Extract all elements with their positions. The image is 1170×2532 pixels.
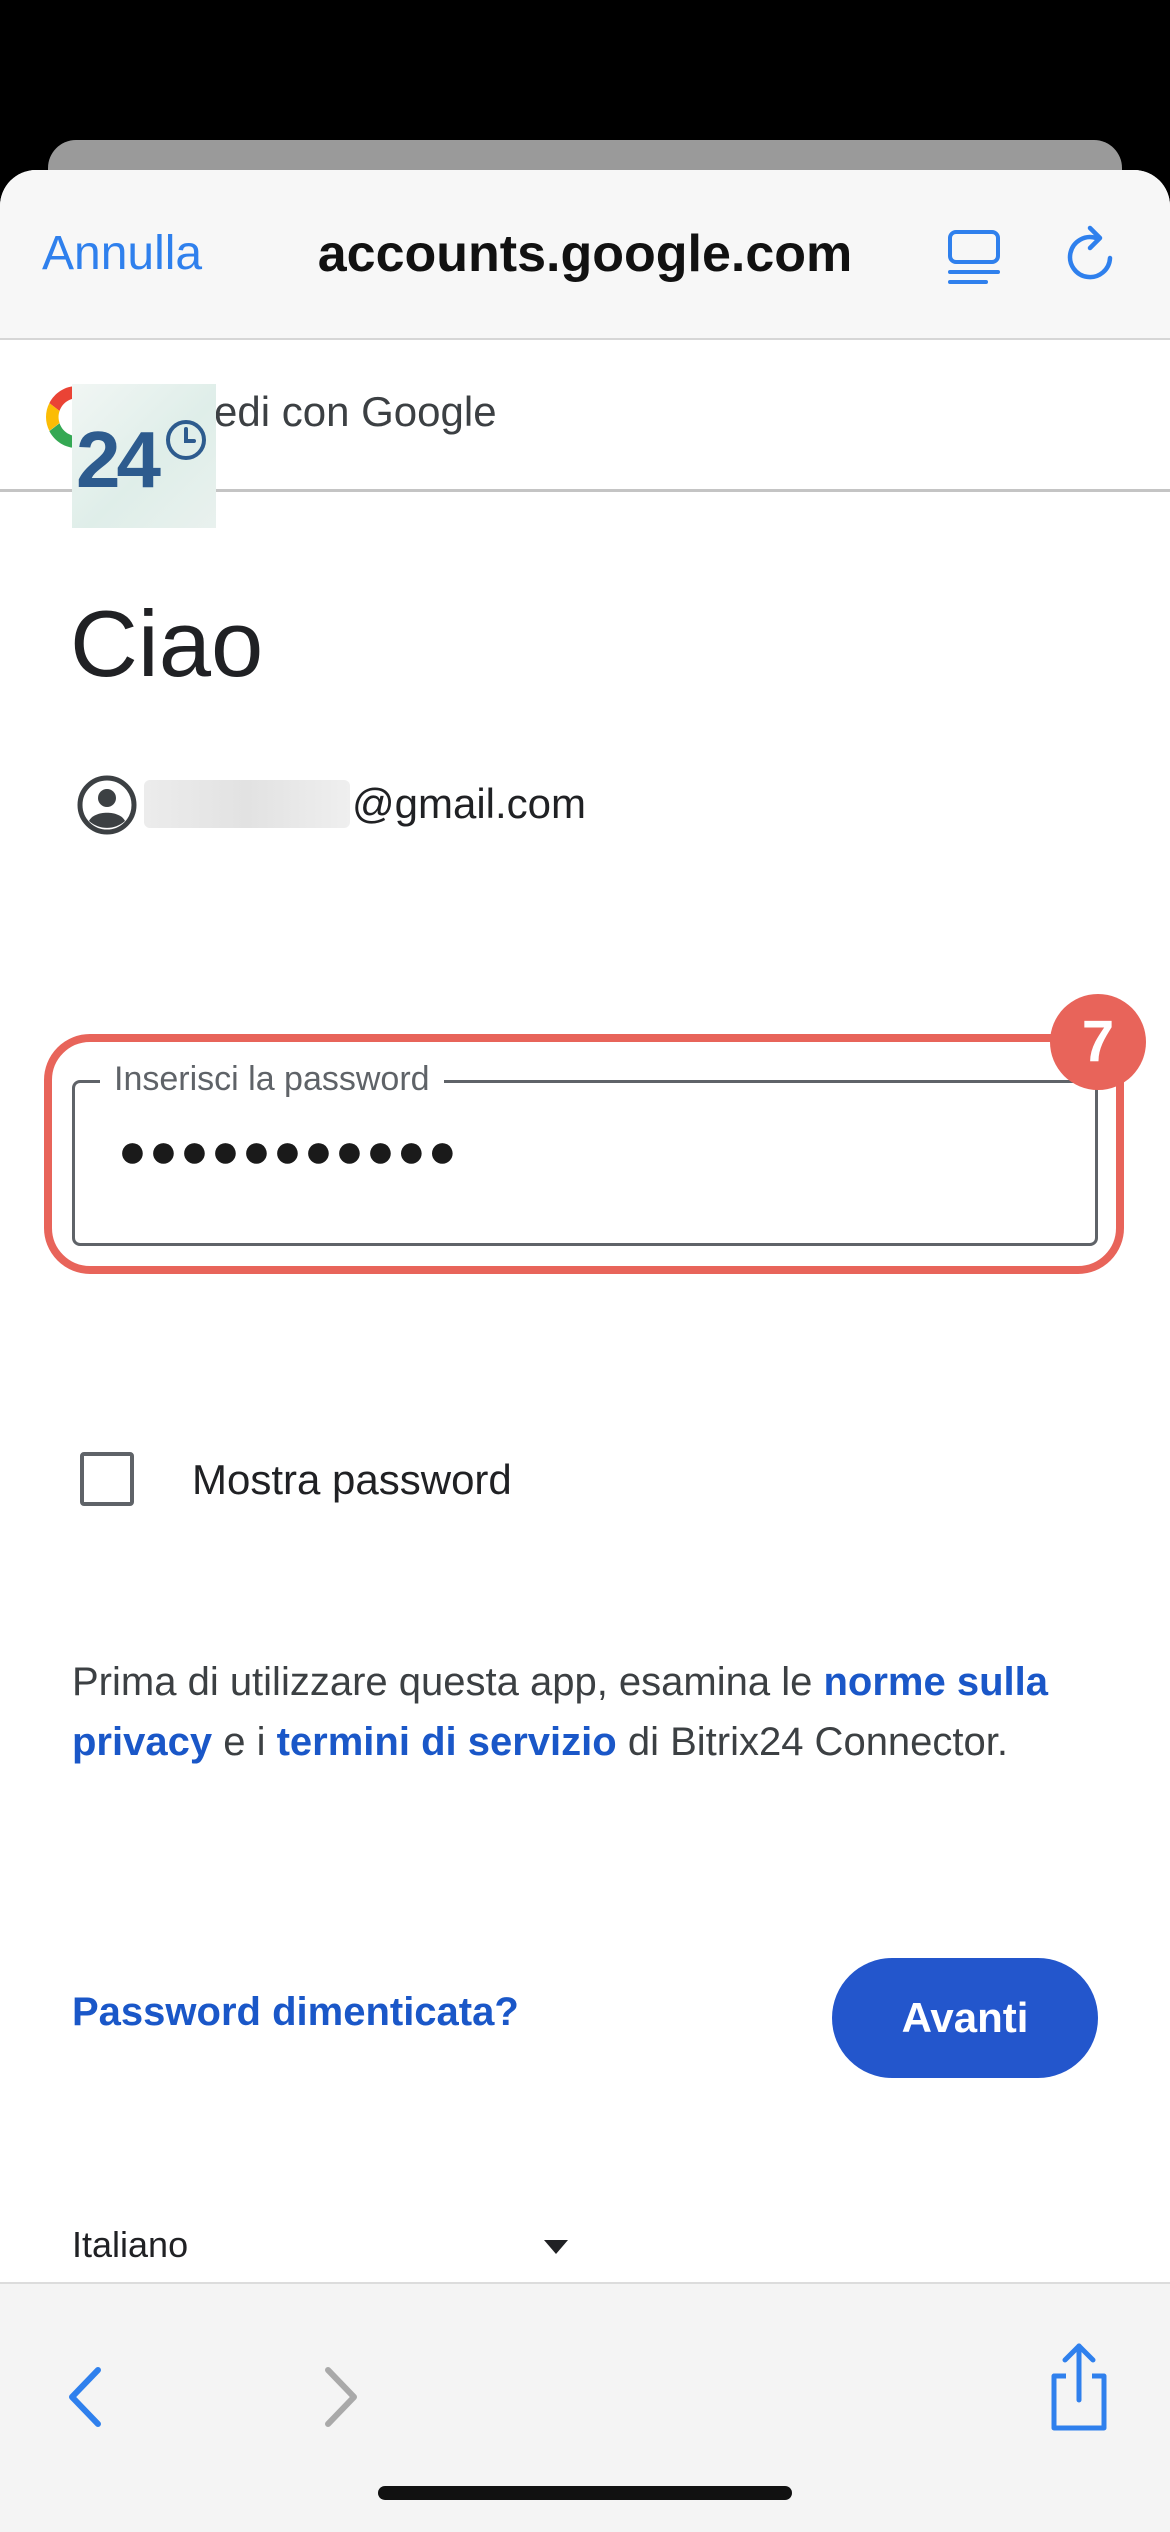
reader-mode-icon[interactable] [946, 226, 1002, 286]
account-chip[interactable]: @gmail.com [72, 770, 772, 840]
clock-icon [166, 420, 206, 460]
show-password-checkbox[interactable]: Mostra password [80, 1450, 680, 1510]
account-circle-icon [77, 775, 137, 835]
dropdown-caret-icon [544, 2240, 568, 2254]
next-button[interactable]: Avanti [832, 1958, 1098, 2078]
forward-chevron-icon[interactable] [316, 2362, 366, 2432]
app-logo-text: 24 [76, 415, 161, 504]
email-redacted [144, 780, 350, 828]
consent-mid: e i [212, 1720, 277, 1764]
reload-icon[interactable] [1062, 224, 1122, 288]
language-value: Italiano [72, 2224, 189, 2265]
email-domain: @gmail.com [352, 780, 587, 827]
consent-text: Prima di utilizzare questa app, esamina … [72, 1652, 1082, 1772]
share-icon[interactable] [1046, 2342, 1112, 2434]
consent-post: di Bitrix24 Connector. [616, 1720, 1009, 1764]
browser-nav-bar: Annulla accounts.google.com [0, 170, 1170, 340]
annotation-badge: 7 [1050, 994, 1146, 1090]
language-select[interactable]: Italiano [72, 2224, 592, 2274]
forgot-password-link[interactable]: Password dimenticata? [72, 1990, 519, 2035]
app-logo: 24 [72, 384, 216, 528]
terms-of-service-link[interactable]: termini di servizio [277, 1720, 617, 1764]
annotation-highlight [44, 1034, 1124, 1274]
back-chevron-icon[interactable] [60, 2362, 110, 2432]
show-password-label: Mostra password [192, 1456, 512, 1503]
home-indicator[interactable] [378, 2486, 792, 2500]
checkbox-icon[interactable] [80, 1452, 134, 1506]
greeting-heading: Ciao [70, 591, 264, 696]
consent-pre: Prima di utilizzare questa app, esamina … [72, 1660, 824, 1704]
